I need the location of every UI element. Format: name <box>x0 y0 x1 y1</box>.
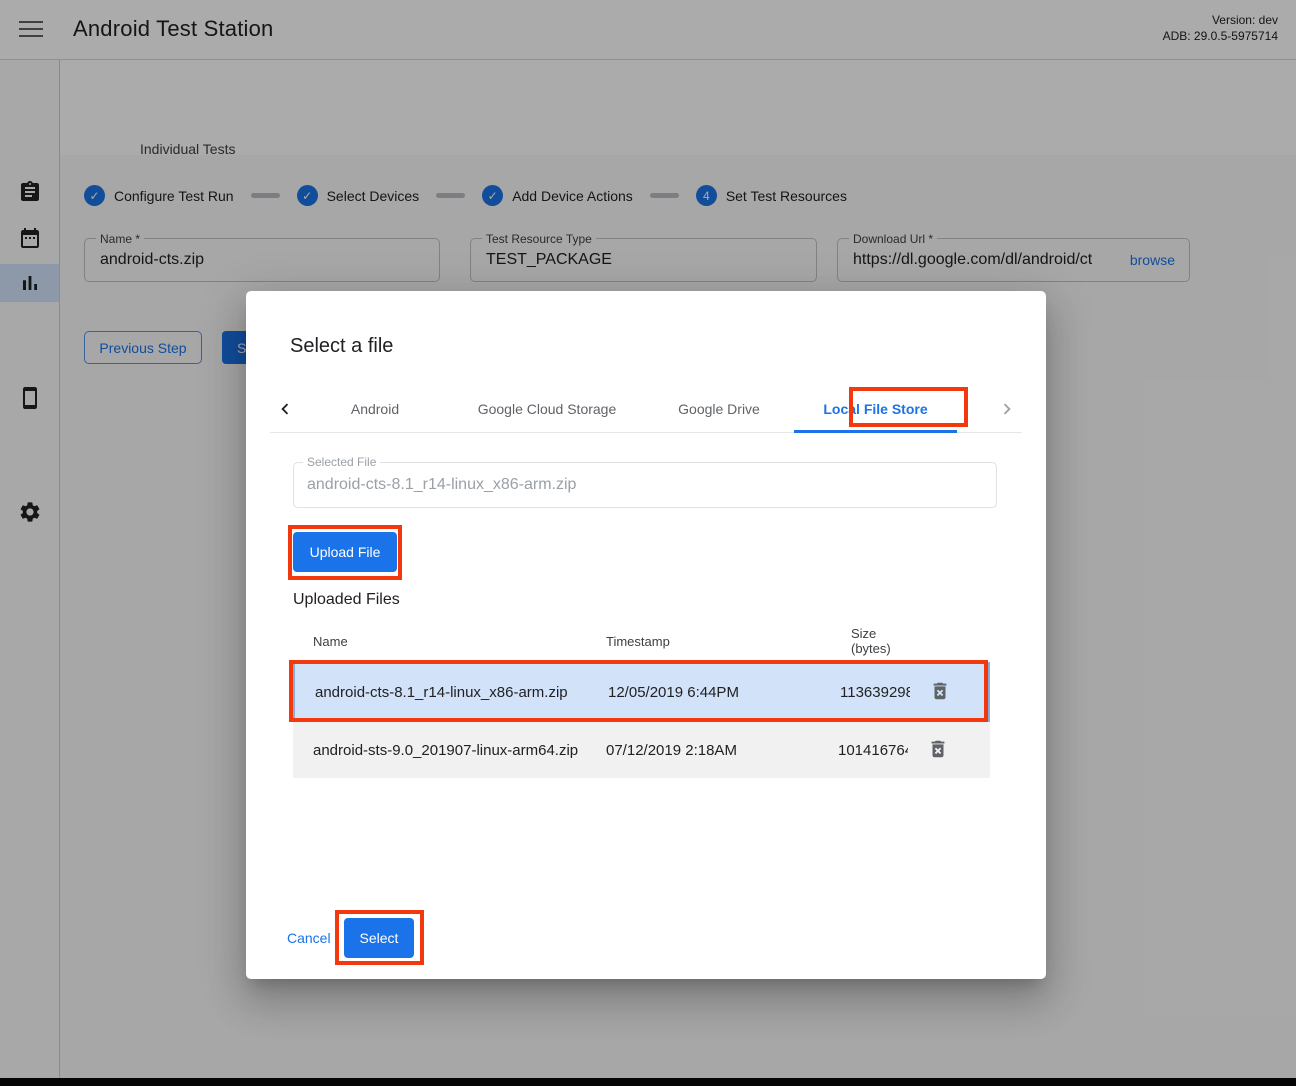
tab-label: Google Cloud Storage <box>478 401 617 417</box>
uploaded-files-table: Name Timestamp Size (bytes) android-cts-… <box>293 620 990 778</box>
tab-local-file-store[interactable]: Local File Store <box>794 385 957 432</box>
delete-file-button[interactable] <box>927 679 953 705</box>
tab-google-cloud-storage[interactable]: Google Cloud Storage <box>450 385 644 432</box>
table-header-row: Name Timestamp Size (bytes) <box>293 620 990 662</box>
select-button[interactable]: Select <box>344 918 414 958</box>
timestamp-cell: 12/05/2019 6:44PM <box>608 684 840 701</box>
tabs-scroll-right-button[interactable] <box>992 385 1022 432</box>
trash-icon <box>927 738 949 760</box>
dialog-tab-bar: Android Google Cloud Storage Google Driv… <box>270 385 1022 433</box>
size-cell: 113639298 <box>840 684 910 701</box>
column-header-name: Name <box>313 634 606 649</box>
size-header-line1: Size <box>851 626 908 641</box>
column-header-size: Size (bytes) <box>838 626 908 656</box>
tab-label: Google Drive <box>678 401 760 417</box>
chevron-left-icon <box>274 398 296 420</box>
trash-icon <box>929 680 951 702</box>
bottom-strip <box>0 1078 1296 1086</box>
size-header-line2: (bytes) <box>851 641 908 656</box>
column-header-timestamp: Timestamp <box>606 634 838 649</box>
file-name-cell: android-sts-9.0_201907-linux-arm64.zip <box>313 742 606 759</box>
chevron-right-icon <box>996 398 1018 420</box>
tab-label: Android <box>351 401 399 417</box>
dialog-title: Select a file <box>290 335 393 358</box>
size-cell: 101416764 <box>838 742 908 759</box>
app-root: Android Test Station Version: dev ADB: 2… <box>0 0 1296 1086</box>
file-name-cell: android-cts-8.1_r14-linux_x86-arm.zip <box>315 684 608 701</box>
selected-file-value: android-cts-8.1_r14-linux_x86-arm.zip <box>307 463 576 507</box>
upload-file-button[interactable]: Upload File <box>293 532 397 572</box>
tab-android[interactable]: Android <box>300 385 450 432</box>
selected-file-field[interactable]: Selected File android-cts-8.1_r14-linux_… <box>293 462 997 508</box>
delete-file-button[interactable] <box>925 737 951 763</box>
select-file-dialog: Select a file Android Google Cloud Stora… <box>246 291 1046 979</box>
cancel-button[interactable]: Cancel <box>287 922 331 954</box>
table-row[interactable]: android-sts-9.0_201907-linux-arm64.zip 0… <box>293 722 990 778</box>
tab-label: Local File Store <box>823 401 927 417</box>
table-row[interactable]: android-cts-8.1_r14-linux_x86-arm.zip 12… <box>293 662 990 722</box>
timestamp-cell: 07/12/2019 2:18AM <box>606 742 838 759</box>
tabs-scroll-left-button[interactable] <box>270 385 300 432</box>
tab-google-drive[interactable]: Google Drive <box>644 385 794 432</box>
uploaded-files-title: Uploaded Files <box>293 591 400 609</box>
